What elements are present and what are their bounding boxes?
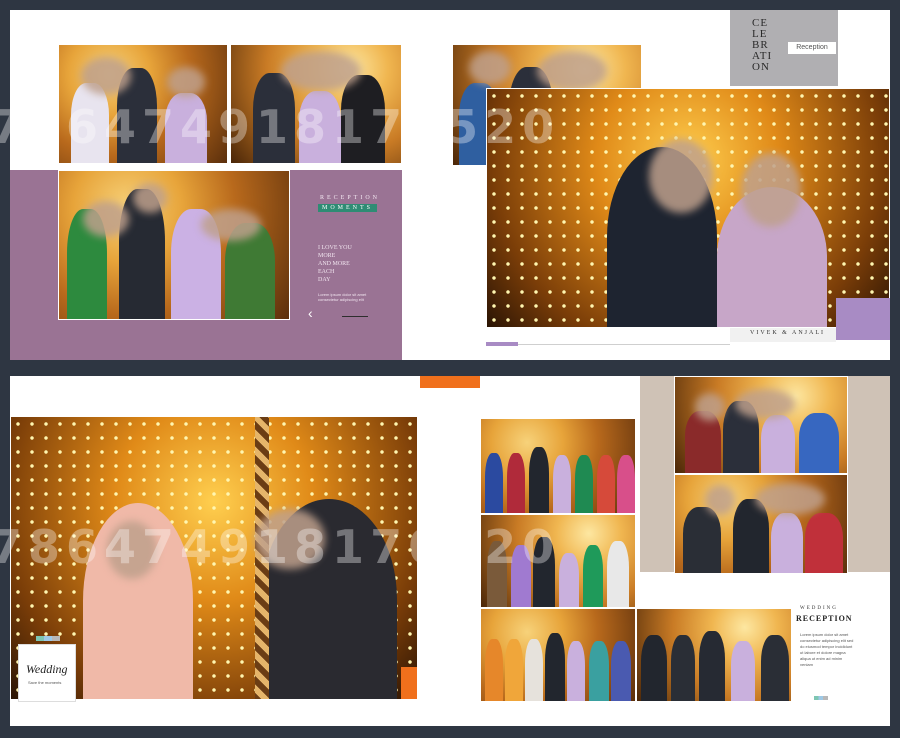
photo-group-reception <box>58 170 290 320</box>
couple-names: VIVEK & ANJALI <box>750 330 825 336</box>
photo-family-1 <box>58 44 228 164</box>
photo-couple-rings <box>486 88 890 328</box>
reception-label: Reception <box>788 42 836 54</box>
section-subtitle: MOMENTS <box>318 204 378 212</box>
photo-stage-group-4 <box>636 608 792 702</box>
lavender-block-right <box>836 298 890 340</box>
divider-line <box>342 316 368 317</box>
photo-couple-family-1 <box>674 376 848 474</box>
chevron-left-icon[interactable]: ‹ <box>308 306 313 320</box>
orange-corner <box>401 667 417 699</box>
section-title: RECEPTION <box>320 195 380 201</box>
love-quote: I LOVE YOU MORE AND MORE EACH DAY <box>318 245 352 283</box>
photo-stage-group-1 <box>480 418 636 514</box>
logo-swatches <box>36 636 60 641</box>
top-spread: RECEPTION MOMENTS I LOVE YOU MORE AND MO… <box>10 10 890 360</box>
logo-script: Wedding <box>26 662 68 676</box>
reception-title-small: WEDDING <box>800 606 838 611</box>
logo-subtext: Save the moments <box>28 680 62 685</box>
photo-couple-family-2 <box>674 474 848 574</box>
bottom-spread: Wedding Save the moments WEDDING RECEPTI… <box>10 376 890 726</box>
photo-family-2 <box>230 44 402 164</box>
photo-stage-group-2 <box>480 514 636 608</box>
celebration-title: CE LE BR ATI ON <box>752 17 773 73</box>
thin-divider <box>518 344 730 345</box>
photo-stage-group-3 <box>480 608 636 702</box>
swatch-dots <box>814 696 828 700</box>
caption-line-2: consectetur adipiscing elit <box>318 297 364 302</box>
orange-tab <box>420 376 480 388</box>
lavender-accent-bar <box>486 342 518 346</box>
reception-title-large: RECEPTION <box>796 614 853 623</box>
reception-body-text: Lorem ipsum dolor sit amet consectetur a… <box>800 632 854 667</box>
